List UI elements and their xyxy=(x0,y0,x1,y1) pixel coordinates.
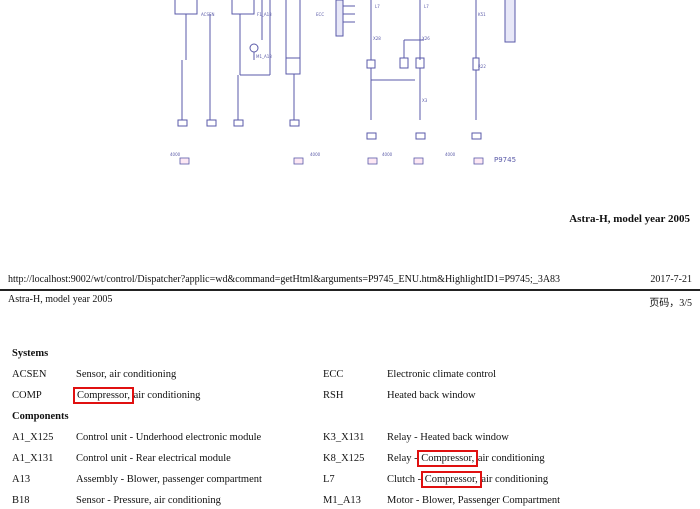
print-footer: http://localhost:9002/wt/control/Dispatc… xyxy=(0,274,700,287)
wiring-diagram: 4000 4000 4000 4000 P9745 ACSEN ECC L7 L… xyxy=(0,0,700,200)
legend-desc-rest: air conditioning xyxy=(130,390,201,401)
search-highlight: Compressor, xyxy=(417,450,479,467)
component-label: F1_A13 xyxy=(257,12,272,17)
legend-code: A1_X125 xyxy=(12,432,54,443)
component-label: ACSEN xyxy=(201,12,215,17)
legend-desc-rest: air conditioning xyxy=(475,453,545,464)
systems-heading: Systems xyxy=(12,348,49,359)
legend-row: ACSEN Sensor, air conditioning ECC Elect… xyxy=(0,369,700,383)
footer-url: http://localhost:9002/wt/control/Dispatc… xyxy=(8,274,561,285)
page-separator xyxy=(0,289,700,291)
search-highlight: Compressor, xyxy=(73,387,134,404)
page-number: 页码，3/5 xyxy=(649,298,692,309)
bus-label: 4000 xyxy=(382,152,393,157)
legend-code: L7 xyxy=(323,474,335,485)
legend-desc: Control unit - Underhood electronic modu… xyxy=(76,432,262,443)
legend-desc: Control unit - Rear electrical module xyxy=(76,453,231,464)
legend-desc: Assembly - Blower, passenger compartment xyxy=(76,474,262,485)
component-label: L7 xyxy=(424,4,429,9)
component-label: M1_A13 xyxy=(256,54,272,59)
legend-row: A1_X125 Control unit - Underhood electro… xyxy=(0,432,700,446)
search-highlight: Compressor, xyxy=(420,471,482,488)
legend-code: ACSEN xyxy=(12,369,47,380)
legend-desc-pre: Clutch - xyxy=(387,474,424,485)
legend-desc-rest: air conditioning xyxy=(478,474,549,485)
legend-desc: Relay - Heated back window xyxy=(387,432,509,443)
legend-code: M1_A13 xyxy=(323,495,361,506)
bus-label: 4000 xyxy=(445,152,456,157)
legend-code: COMP xyxy=(12,390,42,401)
legend-code: K8_X125 xyxy=(323,453,365,464)
print-header: Astra-H, model year 2005 页码，3/5 xyxy=(0,294,700,309)
legend-code: ECC xyxy=(323,369,344,380)
header-title: Astra-H, model year 2005 xyxy=(8,294,113,305)
component-label: X26 xyxy=(422,36,430,41)
bus-label: 4000 xyxy=(170,152,181,157)
legend-desc: Electronic climate control xyxy=(387,369,497,380)
legend-desc: Sensor, air conditioning xyxy=(76,369,177,380)
legend-row: COMP Compressor, air conditioning RSH He… xyxy=(0,387,700,404)
diagram-caption: Astra-H, model year 2005 xyxy=(569,213,690,225)
diagram-id: P9745 xyxy=(494,156,516,164)
legend-desc: Compressor, air conditioning xyxy=(73,387,201,404)
component-label: X3 xyxy=(422,98,428,103)
component-label: K51 xyxy=(478,12,486,17)
legend-code: B18 xyxy=(12,495,30,506)
legend-desc: Motor - Blower, Passenger Compartment xyxy=(387,495,561,506)
footer-date: 2017-7-21 xyxy=(650,274,692,285)
legend-desc: Sensor - Pressure, air conditioning xyxy=(76,495,221,506)
legend-desc: Relay - Compressor, air conditioning xyxy=(387,450,545,467)
bus-label: 4000 xyxy=(310,152,321,157)
legend-row: A1_X131 Control unit - Rear electrical m… xyxy=(0,450,700,467)
legend-desc-pre: Relay - xyxy=(387,453,421,464)
legend-code: A13 xyxy=(12,474,31,485)
component-label: ECC xyxy=(316,12,324,17)
component-label: L7 xyxy=(375,4,380,9)
legend-desc: Clutch - Compressor, air conditioning xyxy=(387,471,549,488)
component-label: R22 xyxy=(478,64,486,69)
legend-row: A13 Assembly - Blower, passenger compart… xyxy=(0,471,700,488)
wiring-diagram-svg: 4000 4000 4000 4000 P9745 ACSEN ECC L7 L… xyxy=(170,0,516,165)
components-heading: Components xyxy=(12,411,69,422)
component-label: X28 xyxy=(373,36,381,41)
legend-desc: Heated back window xyxy=(387,390,476,401)
legend-code: K3_X131 xyxy=(323,432,365,443)
legend-code: RSH xyxy=(323,390,344,401)
legend-code: A1_X131 xyxy=(12,453,54,464)
legend-row: B18 Sensor - Pressure, air conditioning … xyxy=(0,495,700,509)
